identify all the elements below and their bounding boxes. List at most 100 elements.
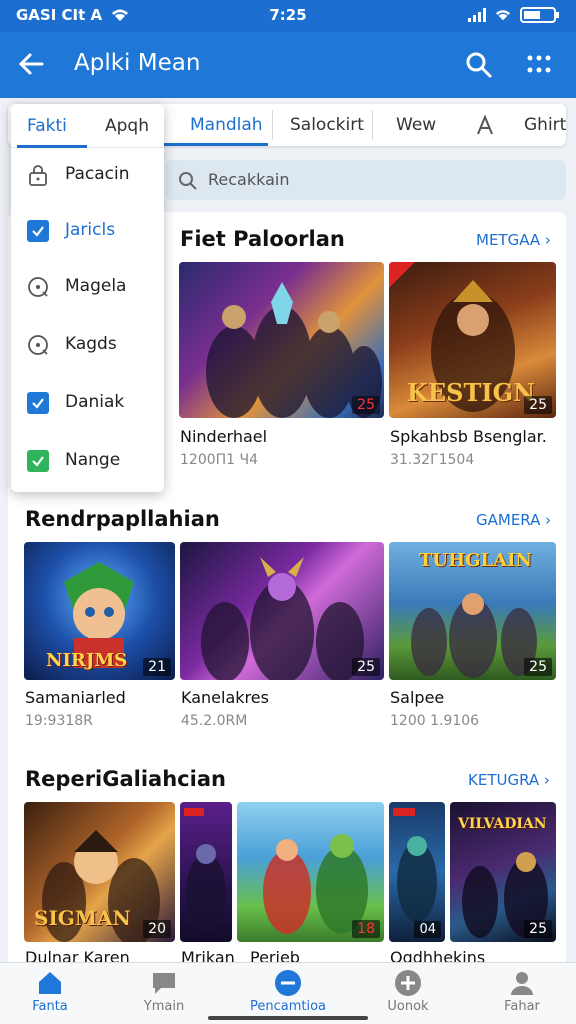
cover-logo: VILVADIAN (458, 816, 547, 832)
dropdown-item-label: Magela (65, 276, 127, 296)
game-badge: 18 (352, 920, 380, 938)
hero-art (206, 282, 382, 418)
game-badge: 21 (143, 658, 171, 676)
more-grid-icon[interactable] (524, 50, 554, 80)
nav-item-chat[interactable]: Ymain (116, 963, 212, 1024)
game-size: 1200 1.9106 (390, 713, 480, 729)
game-badge: 25 (524, 396, 552, 414)
dropdown-tab-indicator (17, 145, 87, 148)
cover-logo: KESTIGN (407, 378, 536, 407)
dropdown-item-label: Kagds (65, 334, 117, 354)
search-icon (179, 172, 197, 190)
plus-circle-icon (395, 970, 421, 996)
game-size: 45.2.0RM (181, 713, 248, 729)
filter-dropdown: Fakti Apqh Pacacin Jaricls Magela Kagds … (11, 104, 164, 492)
section-title: ReperiGaliahcian (25, 767, 226, 791)
tab-a-icon[interactable] (476, 115, 494, 135)
game-cover[interactable]: NIRJMS 21 (24, 542, 175, 680)
search-input[interactable]: Recakkain (166, 160, 566, 200)
signal-icon (468, 8, 486, 22)
game-cover[interactable]: TUHGLAIN 25 (389, 542, 556, 680)
app-bar: Aplki Mean (0, 32, 576, 98)
game-size: 1200П1 Ч4 (180, 452, 259, 468)
person-icon (511, 972, 533, 995)
dropdown-item[interactable]: Jaricls (11, 206, 164, 258)
search-circle-icon (28, 277, 48, 297)
search-circle-icon (28, 335, 48, 355)
tab-salockirt[interactable]: Salockirt (290, 115, 364, 135)
cover-logo: SIGMAN (34, 906, 131, 930)
dropdown-item[interactable]: Pacacin (11, 150, 164, 202)
checkbox-checked-green-icon[interactable] (27, 450, 49, 472)
page-title: Aplki Mean (74, 50, 201, 76)
checkbox-checked-icon[interactable] (27, 392, 49, 414)
game-badge: 20 (143, 920, 171, 938)
dropdown-item-label: Pacacin (65, 164, 130, 184)
nav-item-center[interactable]: Pencamtioa (240, 963, 336, 1024)
bottom-nav: Fanta Ymain Pencamtioa Uonok Fahar (0, 962, 576, 1024)
nav-item-home[interactable]: Fanta (2, 963, 98, 1024)
game-cover[interactable]: 18 (237, 802, 384, 942)
game-size: 31.32Г1504 (390, 452, 475, 468)
game-name[interactable]: Samaniarled (25, 688, 126, 707)
game-name[interactable]: Salpee (390, 688, 444, 707)
cover-logo: NIRJMS (46, 650, 128, 671)
section-see-all-link[interactable]: GAMERA › (476, 511, 551, 529)
game-cover[interactable]: 25 (179, 262, 384, 418)
game-name[interactable]: Kanelakres (181, 688, 269, 707)
dropdown-tab[interactable]: Apqh (105, 116, 149, 136)
section-title: Rendrpapllahian (25, 507, 220, 531)
search-placeholder: Recakkain (208, 170, 290, 189)
tab-wew[interactable]: Wew (396, 115, 436, 135)
home-indicator (208, 1016, 368, 1020)
game-name[interactable]: Spkahbsb Bsenglar. (390, 427, 547, 446)
dropdown-item[interactable]: Kagds (11, 320, 164, 372)
game-cover[interactable] (180, 802, 232, 942)
game-cover[interactable]: VILVADIAN 25 (450, 802, 556, 942)
dropdown-item-label: Jaricls (65, 220, 116, 240)
game-size: 19:9318R (25, 713, 93, 729)
nav-label: Ymain (143, 999, 185, 1014)
dropdown-item[interactable]: Magela (11, 262, 164, 314)
active-tab-indicator (164, 143, 268, 146)
checkbox-checked-icon[interactable] (27, 220, 49, 242)
cover-logo: TUHGLAIN (419, 550, 532, 571)
chat-icon (153, 973, 175, 994)
battery-icon (520, 7, 559, 23)
nav-label: Uonok (387, 999, 429, 1014)
wifi-icon (496, 10, 510, 21)
game-badge: 25 (352, 658, 380, 676)
tab-mandlah[interactable]: Mandlah (190, 115, 263, 135)
nav-label: Fanta (32, 999, 68, 1014)
back-arrow-icon[interactable] (16, 49, 46, 79)
game-cover[interactable]: SIGMAN 20 (24, 802, 175, 942)
tab-ghirt[interactable]: Ghirt (524, 115, 566, 135)
nav-label: Pencamtioa (249, 999, 327, 1014)
section-see-all-link[interactable]: METGAA › (476, 231, 551, 249)
dropdown-item-label: Daniak (65, 392, 125, 412)
lock-icon (29, 165, 47, 186)
game-cover[interactable]: 25 (180, 542, 384, 680)
tab-divider (372, 110, 373, 140)
nav-item-profile[interactable]: Fahar (474, 963, 570, 1024)
dropdown-item[interactable]: Daniak (11, 378, 164, 430)
status-bar: GASI CIt A 7:25 (0, 0, 576, 32)
tab-divider (272, 110, 273, 140)
game-badge: 25 (352, 396, 380, 414)
game-badge: 04 (414, 921, 441, 938)
nav-item-add[interactable]: Uonok (360, 963, 456, 1024)
game-name[interactable]: Ninderhael (180, 427, 267, 446)
dropdown-item[interactable]: Nange (11, 436, 164, 488)
hero-art (184, 808, 226, 930)
game-cover[interactable]: KESTIGN 25 (389, 262, 556, 418)
minus-circle-icon (275, 970, 301, 996)
home-icon (39, 972, 61, 994)
dropdown-tab-active[interactable]: Fakti (27, 116, 67, 136)
game-cover[interactable]: 04 (389, 802, 445, 942)
section-title: Fiet Paloorlan (180, 227, 345, 251)
game-badge: 25 (524, 920, 552, 938)
nav-label: Fahar (504, 999, 540, 1014)
search-icon[interactable] (464, 50, 494, 80)
dropdown-header: Fakti Apqh (11, 104, 164, 148)
section-see-all-link[interactable]: KETUGRA › (468, 771, 550, 789)
